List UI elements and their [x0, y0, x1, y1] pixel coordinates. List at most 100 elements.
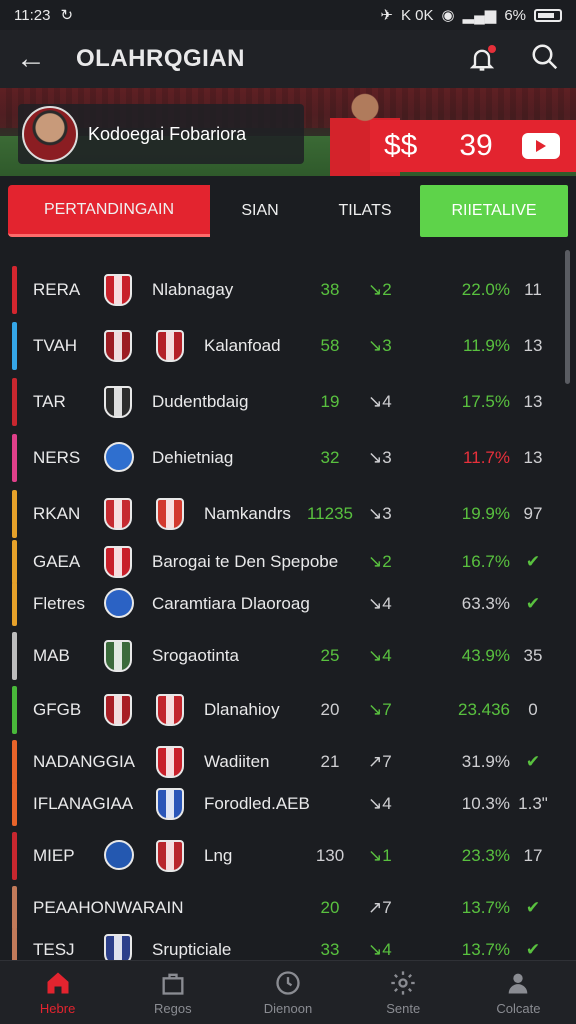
search-icon[interactable] [530, 42, 560, 77]
team-crest-icon [104, 840, 134, 870]
team-abbreviation: TAR [33, 392, 66, 411]
notification-dot [488, 45, 496, 53]
team-name[interactable]: Forodled.AEB [204, 794, 310, 814]
team-color-bar [12, 378, 17, 426]
back-arrow-icon[interactable]: ← [16, 42, 76, 76]
nav-item-dienoon[interactable]: Dienoon [230, 961, 345, 1024]
percentage: 31.9% [461, 752, 510, 771]
team-name[interactable]: Srupticiale [152, 940, 231, 960]
team-crest-icon [104, 694, 132, 726]
match-count: 32 [320, 448, 340, 467]
opponent-crest-icon [156, 840, 184, 872]
team-crest-icon [104, 640, 132, 672]
avatar [22, 106, 78, 162]
bag-icon [162, 973, 184, 995]
last-value: 13 [523, 336, 543, 355]
table-row[interactable]: IFLANAGIAA Forodled.AEB ↘4 10.3% 1.3ʺ [8, 782, 560, 826]
team-abbreviation: NADANGGIA [33, 752, 136, 771]
tab-pertandingain[interactable]: PERTANDINGAIN [8, 185, 210, 237]
last-value: 97 [523, 504, 543, 523]
score-badge[interactable]: $$ 39 [370, 120, 576, 172]
table-row[interactable]: GFGB Dlanahioy 20 ↘7 23.436 0 [8, 686, 560, 734]
table-row[interactable]: TAR Dudentbdaig 19 ↘4 17.5% 13 [8, 378, 560, 426]
trend-indicator: ↗7 [368, 752, 392, 771]
team-color-bar [12, 540, 17, 584]
percentage: 11.7% [463, 448, 510, 467]
opponent-crest-icon [156, 694, 184, 726]
percentage: 13.7% [461, 898, 510, 917]
currency-label: $$ [384, 129, 418, 162]
last-value: ✔ [525, 752, 541, 771]
table-row[interactable]: RKAN Namkandrs 11235 ↘3 19.9% 97 [8, 490, 560, 538]
nav-item-home[interactable]: Hebre [0, 961, 115, 1024]
last-value: ✔ [525, 594, 541, 613]
table-row[interactable]: Fletres Caramtiara Dlaoroag ↘4 63.3% ✔ [8, 582, 560, 626]
table-row[interactable]: RERA Nlabnagay 38 ↘2 22.0% 11 [8, 266, 560, 314]
nav-item-colcate[interactable]: Colcate [461, 961, 576, 1024]
team-crest-icon [104, 498, 132, 530]
team-abbreviation: MIEP [33, 846, 75, 865]
notification-bell-icon[interactable] [468, 45, 496, 73]
team-name[interactable]: Caramtiara Dlaoroag [152, 594, 310, 614]
nav-label: Colcate [496, 1001, 541, 1016]
profile-name: Kodoegai Fobariora [88, 123, 247, 144]
table-row[interactable]: MAB Srogaotinta 25 ↘4 43.9% 35 [8, 632, 560, 680]
team-name[interactable]: Wadiiten [204, 752, 270, 772]
trend-indicator: ↘7 [368, 700, 392, 719]
trend-indicator: ↘3 [368, 504, 392, 523]
match-count: 20 [320, 700, 340, 719]
table-row[interactable]: MIEP Lng 130 ↘1 23.3% 17 [8, 832, 560, 880]
nav-item-sente[interactable]: Sente [346, 961, 461, 1024]
last-value: 0 [528, 700, 538, 719]
standings-list[interactable]: RERA Nlabnagay 38 ↘2 22.0% 11 TVAH Kalanfoad 58 ↘… [0, 246, 576, 972]
team-name[interactable]: Barogai te Den Spepobe [152, 552, 338, 572]
table-row[interactable]: NADANGGIA Wadiiten 21 ↗7 31.9% ✔ [8, 740, 560, 784]
status-bar: 11:23 ↻ ✈ K 0K ◉ ▂▄▆ 6% [0, 0, 576, 30]
trend-indicator: ↘4 [368, 940, 392, 959]
tab-tilats[interactable]: TILATS [310, 185, 420, 237]
tab-sian[interactable]: SIAN [210, 185, 310, 237]
team-name[interactable]: Srogaotinta [152, 646, 239, 666]
last-value: ✔ [525, 898, 541, 917]
team-color-bar [12, 782, 17, 826]
team-color-bar [12, 490, 17, 538]
play-video-icon[interactable] [522, 133, 560, 159]
team-crest-icon [104, 546, 132, 578]
team-name[interactable]: Dehietniag [152, 448, 233, 468]
wifi-icon: ◉ [441, 7, 455, 24]
app-bar: ← OLAHRQGIAN [0, 30, 576, 88]
tab-bar: PERTANDINGAIN SIAN TILATS RIIETALIVE [0, 176, 576, 246]
team-name[interactable]: Nlabnagay [152, 280, 233, 300]
team-name[interactable]: Kalanfoad [204, 336, 281, 356]
team-name[interactable]: Dudentbdaig [152, 392, 248, 412]
team-name[interactable]: Lng [204, 846, 232, 866]
table-row[interactable]: PEAAHONWARAIN 20 ↗7 13.7% ✔ [8, 886, 560, 930]
nav-label: Sente [386, 1001, 421, 1016]
table-row[interactable]: GAEA Barogai te Den Spepobe ↘2 16.7% ✔ [8, 540, 560, 584]
table-row[interactable]: NERS Dehietniag 32 ↘3 11.7% 13 [8, 434, 560, 482]
hero-banner[interactable]: Kodoegai Fobariora $$ 39 [0, 88, 576, 176]
last-value: 1.3ʺ [518, 794, 548, 813]
team-name[interactable]: Dlanahioy [204, 700, 280, 720]
trend-indicator: ↘4 [368, 794, 392, 813]
team-color-bar [12, 434, 17, 482]
profile-card[interactable]: Kodoegai Fobariora [18, 104, 304, 164]
match-count: 21 [320, 752, 340, 771]
opponent-crest-icon [156, 788, 184, 820]
team-abbreviation: NERS [33, 448, 81, 467]
nav-item-regos[interactable]: Regos [115, 961, 230, 1024]
trend-indicator: ↘4 [368, 594, 392, 613]
team-abbreviation: MAB [33, 646, 70, 665]
gear-icon [391, 971, 415, 995]
scrollbar[interactable] [565, 250, 570, 384]
nav-label: Regos [154, 1001, 192, 1016]
team-abbreviation: RKAN [33, 504, 81, 523]
tab-riietalive[interactable]: RIIETALIVE [420, 185, 568, 237]
team-crest-icon [104, 588, 134, 618]
match-count: 130 [315, 846, 345, 865]
table-row[interactable]: TVAH Kalanfoad 58 ↘3 11.9% 13 [8, 322, 560, 370]
percentage: 13.7% [461, 940, 510, 959]
sync-icon: ↻ [60, 7, 74, 24]
team-name[interactable]: Namkandrs [204, 504, 291, 524]
match-count: 20 [320, 898, 340, 917]
